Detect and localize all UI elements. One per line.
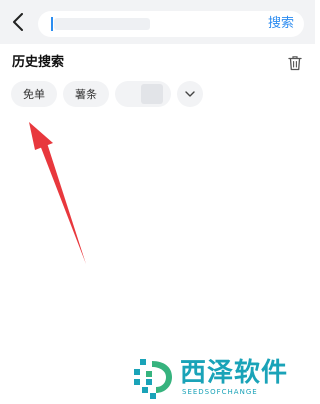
watermark-title: 西泽软件 (180, 358, 289, 388)
chevron-down-icon (185, 91, 195, 97)
watermark-logo-icon (134, 359, 172, 399)
back-button[interactable] (8, 11, 28, 33)
chevron-left-icon (13, 13, 23, 31)
expand-history-button[interactable] (177, 81, 203, 107)
history-chip-redacted[interactable] (115, 81, 171, 107)
watermark-subtitle: SEEDSOFCHANGE (182, 388, 258, 396)
redacted-query (54, 18, 150, 30)
search-header: 搜索 (0, 0, 315, 44)
history-chip[interactable]: 免单 (11, 81, 57, 107)
redacted-label (141, 84, 163, 104)
search-page: 搜索 历史搜索 免单 薯条 西泽软件 SEEDSOFCHANGE (0, 0, 315, 404)
watermark: 西泽软件 SEEDSOFCHANGE (134, 357, 309, 399)
history-title: 历史搜索 (12, 55, 65, 70)
text-cursor (51, 17, 53, 31)
search-input[interactable]: 搜索 (38, 11, 304, 37)
trash-icon (288, 56, 302, 71)
clear-history-button[interactable] (288, 55, 302, 71)
history-chip[interactable]: 薯条 (63, 81, 109, 107)
search-button[interactable]: 搜索 (268, 15, 294, 33)
